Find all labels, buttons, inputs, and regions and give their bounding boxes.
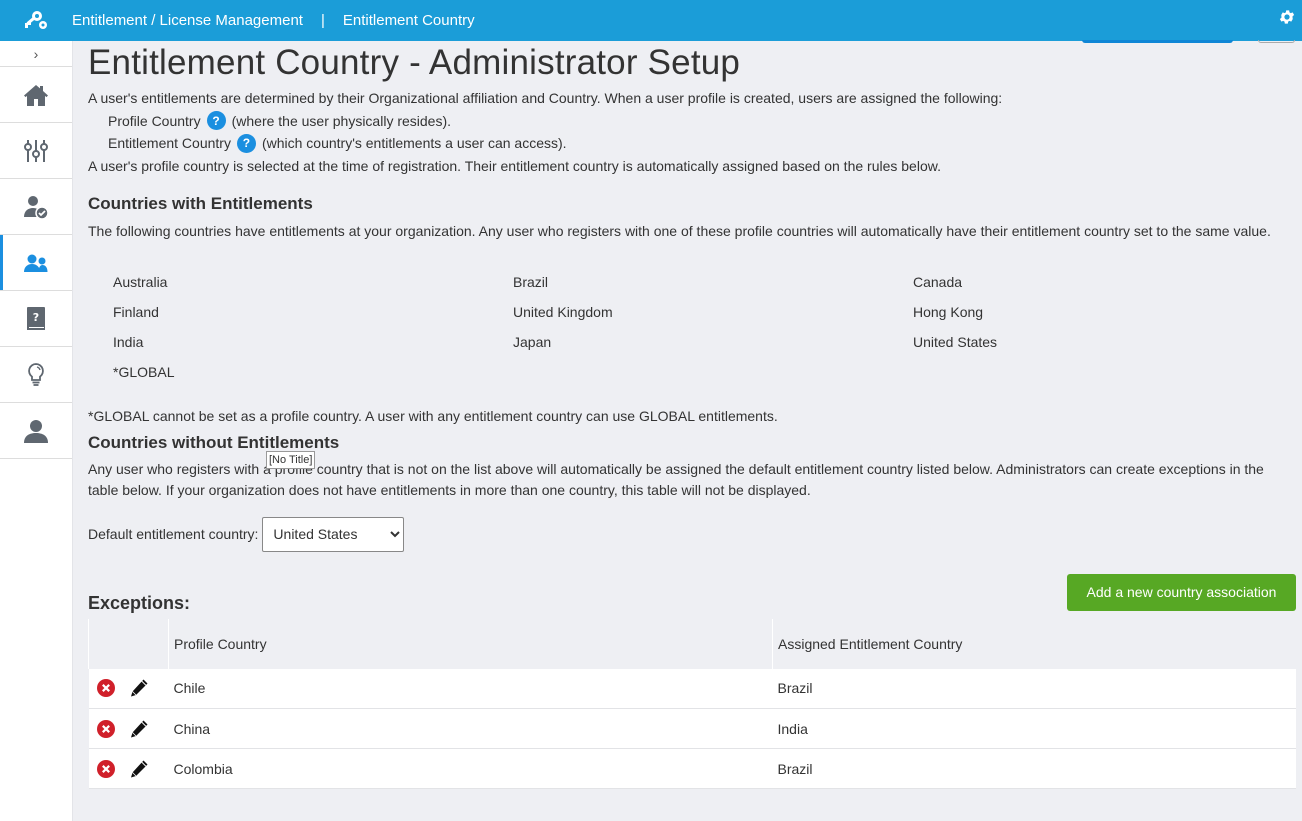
table-row: Chile Brazil (88, 668, 1296, 709)
svg-text:?: ? (33, 311, 39, 324)
sliders-icon (24, 139, 48, 162)
entitled-country-list: Australia Brazil Canada Finland United K… (88, 273, 1296, 393)
edit-pencil-icon[interactable] (129, 759, 149, 779)
column-header-profile-country[interactable]: Profile Country (168, 618, 773, 669)
assigned-country-cell: India (772, 708, 1296, 749)
edit-pencil-icon[interactable] (129, 719, 149, 739)
profile-country-label: Profile Country (108, 112, 201, 129)
top-bar: Entitlement / License Management | Entit… (0, 0, 1302, 41)
exceptions-heading: Exceptions: (88, 592, 191, 613)
global-note: *GLOBAL cannot be set as a profile count… (88, 407, 778, 424)
entitlement-country-desc: (which country's entitlements a user can… (261, 135, 567, 151)
assigned-country-cell: Brazil (772, 668, 1296, 709)
sidebar-item-ideas[interactable] (0, 347, 72, 403)
key-gear-icon (0, 10, 72, 32)
breadcrumb-parent[interactable]: Entitlement / License Management (72, 12, 303, 29)
profile-country-line: Profile Country ? (where the user physic… (88, 110, 1296, 133)
column-header-assigned-country[interactable]: Assigned Entitlement Country (772, 618, 1296, 669)
sidebar-item-user-approval[interactable] (0, 179, 72, 235)
breadcrumb-separator: | (320, 12, 325, 29)
table-row: China India (88, 708, 1296, 749)
country-item: United Kingdom (513, 303, 613, 320)
exceptions-table: Profile Country Assigned Entitlement Cou… (88, 618, 1296, 789)
country-item: Finland (113, 303, 159, 320)
entitlement-country-label: Entitlement Country (108, 135, 231, 151)
sidebar-item-help[interactable]: ? (0, 291, 72, 347)
country-item: *GLOBAL (113, 363, 175, 380)
edit-pencil-icon[interactable] (129, 678, 149, 698)
with-entitlements-heading: Countries with Entitlements (88, 194, 313, 213)
delete-icon[interactable] (96, 759, 115, 778)
sidebar: › ? (0, 41, 73, 821)
delete-icon[interactable] (96, 719, 115, 738)
without-entitlements-heading: Countries without Entitlements (88, 432, 340, 452)
default-country-label: Default entitlement country: (88, 526, 259, 542)
home-icon (24, 84, 48, 106)
sidebar-item-home[interactable] (0, 67, 72, 123)
country-item: Canada (913, 273, 963, 290)
users-icon (24, 254, 48, 272)
main-content: Entitlement Country - Administrator Setu… (88, 41, 1296, 789)
profile-country-cell: Chile (168, 668, 773, 709)
help-book-icon: ? (27, 306, 45, 330)
entitlement-country-line: Entitlement Country ? (which country's e… (88, 132, 1296, 155)
profile-country-desc: (where the user physically resides). (231, 112, 452, 129)
country-item: Brazil (513, 273, 549, 290)
country-item: Australia (113, 273, 168, 290)
country-item: Japan (513, 333, 552, 350)
help-icon[interactable]: ? (206, 111, 226, 131)
with-entitlements-description: The following countries have entitlement… (88, 223, 1271, 239)
intro-text-2: A user's profile country is selected at … (88, 157, 941, 174)
sidebar-toggle[interactable]: › (0, 41, 72, 67)
table-row: Colombia Brazil (88, 748, 1296, 789)
user-check-icon (24, 195, 49, 220)
user-icon (24, 419, 48, 443)
add-country-association-button[interactable]: Add a new country association (1067, 573, 1296, 611)
sidebar-item-settings[interactable] (0, 123, 72, 179)
page-title: Entitlement Country - Administrator Setu… (88, 43, 741, 82)
gear-icon[interactable] (1278, 8, 1296, 26)
country-item: India (113, 333, 144, 350)
tooltip: [No Title] (266, 451, 316, 469)
sidebar-item-users[interactable] (0, 235, 72, 291)
lightbulb-icon (28, 362, 44, 386)
intro-text: A user's entitlements are determined by … (88, 90, 1003, 106)
default-country-select[interactable]: United States (262, 516, 405, 552)
profile-country-cell: China (168, 708, 773, 749)
sidebar-item-profile[interactable] (0, 403, 72, 459)
default-country-row: Default entitlement country: United Stat… (88, 516, 1296, 552)
column-header-actions (88, 618, 169, 669)
country-item: United States (913, 333, 998, 350)
profile-country-cell: Colombia (168, 748, 773, 789)
breadcrumb-current: Entitlement Country (342, 12, 475, 29)
delete-icon[interactable] (96, 679, 115, 698)
exceptions-header: Exceptions: Add a new country associatio… (88, 573, 1296, 616)
table-header-row: Profile Country Assigned Entitlement Cou… (88, 618, 1296, 669)
assigned-country-cell: Brazil (772, 748, 1296, 789)
help-icon[interactable]: ? (236, 133, 256, 153)
country-item: Hong Kong (913, 303, 984, 320)
